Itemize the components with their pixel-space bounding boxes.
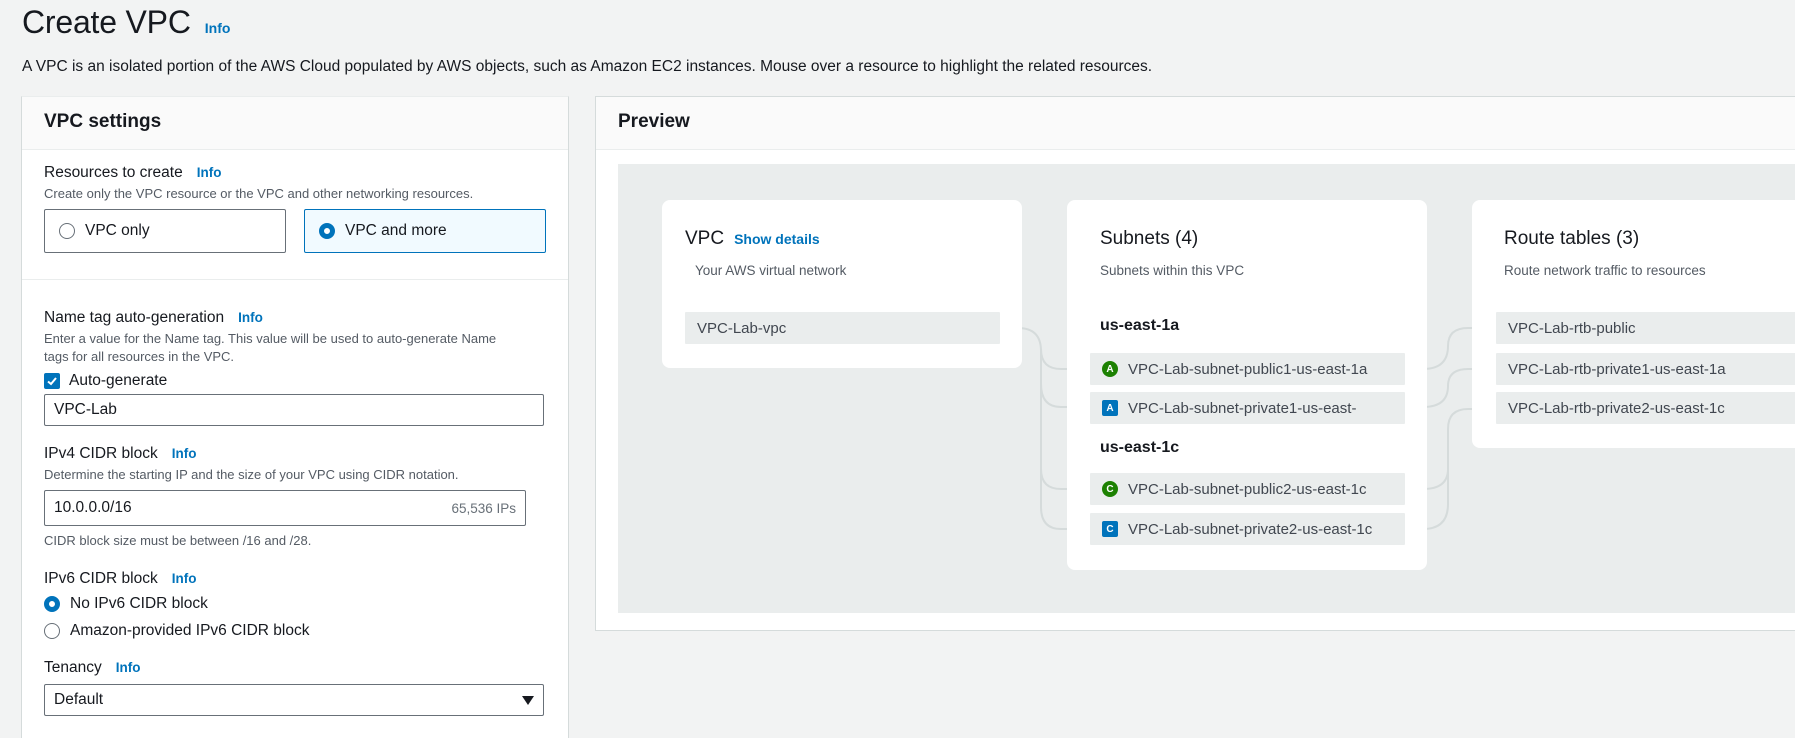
name-tag-label: Name tag auto-generation bbox=[44, 309, 225, 326]
vpc-show-details-link[interactable]: Show details bbox=[734, 231, 820, 247]
title-info-link[interactable]: Info bbox=[205, 20, 231, 36]
resources-tiles: VPC only VPC and more bbox=[44, 209, 546, 253]
ipv4-label: IPv4 CIDR block bbox=[44, 445, 158, 462]
ipv4-cidr-input[interactable]: 10.0.0.0/16 65,536 IPs bbox=[44, 490, 526, 526]
subnet-private2-name: VPC-Lab-subnet-private2-us-east-1c bbox=[1128, 520, 1373, 538]
auto-generate-checkbox[interactable] bbox=[44, 373, 60, 389]
ipv4-info-link[interactable]: Info bbox=[172, 446, 197, 461]
subnet-public2[interactable]: C VPC-Lab-subnet-public2-us-east-1c bbox=[1090, 473, 1405, 505]
ipv4-cidr-value: 10.0.0.0/16 bbox=[54, 499, 132, 516]
tenancy-info-link[interactable]: Info bbox=[116, 660, 141, 675]
vpc-card-subtitle: Your AWS virtual network bbox=[695, 263, 847, 278]
resources-label: Resources to create bbox=[44, 164, 183, 181]
subnets-card: Subnets (4) Subnets within this VPC us-e… bbox=[1067, 200, 1427, 570]
route-tables-card-subtitle: Route network traffic to resources bbox=[1504, 263, 1706, 278]
route-table-private1[interactable]: VPC-Lab-rtb-private1-us-east-1a bbox=[1496, 353, 1795, 385]
ipv4-hint: Determine the starting IP and the size o… bbox=[44, 467, 459, 482]
name-tag-hint: Enter a value for the Name tag. This val… bbox=[44, 331, 497, 364]
private-subnet-icon: C bbox=[1102, 521, 1118, 537]
public-subnet-icon: C bbox=[1102, 481, 1118, 497]
name-tag-input[interactable]: VPC-Lab bbox=[44, 394, 544, 426]
vpc-only-tile[interactable]: VPC only bbox=[44, 209, 286, 253]
subnets-card-subtitle: Subnets within this VPC bbox=[1100, 263, 1245, 278]
private-subnet-icon: A bbox=[1102, 400, 1118, 416]
route-table-private2[interactable]: VPC-Lab-rtb-private2-us-east-1c bbox=[1496, 392, 1795, 424]
route-tables-card-title: Route tables (3) bbox=[1504, 228, 1640, 249]
ipv4-ip-count: 65,536 IPs bbox=[451, 500, 516, 516]
auto-generate-row[interactable]: Auto-generate bbox=[44, 372, 546, 390]
ipv6-section: IPv6 CIDR block Info No IPv6 CIDR block … bbox=[22, 550, 568, 640]
name-tag-section: Name tag auto-generation Info Enter a va… bbox=[22, 280, 568, 426]
caret-down-icon bbox=[522, 695, 534, 705]
ipv6-label: IPv6 CIDR block bbox=[44, 570, 158, 587]
page-description: A VPC is an isolated portion of the AWS … bbox=[22, 58, 1153, 75]
page-header: Create VPC Info bbox=[22, 4, 230, 41]
vpc-card-title: VPC bbox=[685, 228, 725, 249]
auto-generate-label: Auto-generate bbox=[69, 372, 168, 389]
ipv4-section: IPv4 CIDR block Info Determine the start… bbox=[22, 426, 568, 550]
subnet-private1-name: VPC-Lab-subnet-private1-us-east- bbox=[1128, 399, 1357, 417]
preview-header: Preview bbox=[596, 97, 1795, 150]
subnet-private2[interactable]: C VPC-Lab-subnet-private2-us-east-1c bbox=[1090, 513, 1405, 545]
public-subnet-icon: A bbox=[1102, 361, 1118, 377]
ipv6-info-link[interactable]: Info bbox=[172, 571, 197, 586]
route-table-public[interactable]: VPC-Lab-rtb-public bbox=[1496, 312, 1795, 344]
ipv4-constraint: CIDR block size must be between /16 and … bbox=[44, 533, 312, 548]
no-ipv6-option[interactable]: No IPv6 CIDR block bbox=[44, 595, 546, 613]
check-icon bbox=[47, 377, 57, 386]
preview-title: Preview bbox=[618, 111, 690, 132]
vpc-and-more-radio[interactable] bbox=[319, 223, 335, 239]
subnet-public1-name: VPC-Lab-subnet-public1-us-east-1a bbox=[1128, 360, 1368, 378]
create-vpc-page: Create VPC Info A VPC is an isolated por… bbox=[0, 0, 1795, 738]
preview-panel: Preview VPC Show details Your AWS virtua… bbox=[595, 96, 1795, 631]
resources-hint: Create only the VPC resource or the VPC … bbox=[44, 186, 474, 201]
tenancy-select[interactable]: Default bbox=[44, 684, 544, 716]
tenancy-section: Tenancy Info Default bbox=[22, 640, 568, 716]
vpc-card: VPC Show details Your AWS virtual networ… bbox=[662, 200, 1022, 368]
vpc-only-label: VPC only bbox=[85, 222, 150, 239]
zone-label-us-east-1c: us-east-1c bbox=[1100, 439, 1180, 456]
amazon-ipv6-label: Amazon-provided IPv6 CIDR block bbox=[70, 622, 310, 639]
vpc-and-more-tile[interactable]: VPC and more bbox=[304, 209, 546, 253]
vpc-settings-panel: VPC settings Resources to create Info Cr… bbox=[21, 96, 569, 738]
vpc-settings-title: VPC settings bbox=[44, 111, 162, 132]
tenancy-label: Tenancy bbox=[44, 659, 102, 676]
resources-info-link[interactable]: Info bbox=[197, 165, 222, 180]
vpc-only-radio[interactable] bbox=[59, 223, 75, 239]
amazon-ipv6-option[interactable]: Amazon-provided IPv6 CIDR block bbox=[44, 622, 546, 640]
preview-canvas: VPC Show details Your AWS virtual networ… bbox=[618, 164, 1795, 613]
resources-section: Resources to create Info Create only the… bbox=[22, 150, 568, 253]
no-ipv6-radio[interactable] bbox=[44, 596, 60, 612]
tenancy-value: Default bbox=[54, 691, 104, 708]
vpc-and-more-label: VPC and more bbox=[345, 222, 447, 239]
zone-label-us-east-1a: us-east-1a bbox=[1100, 317, 1180, 334]
name-tag-info-link[interactable]: Info bbox=[238, 310, 263, 325]
subnet-public2-name: VPC-Lab-subnet-public2-us-east-1c bbox=[1128, 480, 1367, 498]
page-title: Create VPC bbox=[22, 4, 191, 40]
subnet-public1[interactable]: A VPC-Lab-subnet-public1-us-east-1a bbox=[1090, 353, 1405, 385]
route-tables-card: Route tables (3) Route network traffic t… bbox=[1472, 200, 1795, 448]
subnets-card-title: Subnets (4) bbox=[1100, 228, 1199, 249]
vpc-settings-header: VPC settings bbox=[22, 97, 568, 150]
vpc-resource[interactable]: VPC-Lab-vpc bbox=[685, 312, 1000, 344]
no-ipv6-label: No IPv6 CIDR block bbox=[70, 595, 208, 612]
subnet-private1[interactable]: A VPC-Lab-subnet-private1-us-east- bbox=[1090, 392, 1405, 424]
amazon-ipv6-radio[interactable] bbox=[44, 623, 60, 639]
